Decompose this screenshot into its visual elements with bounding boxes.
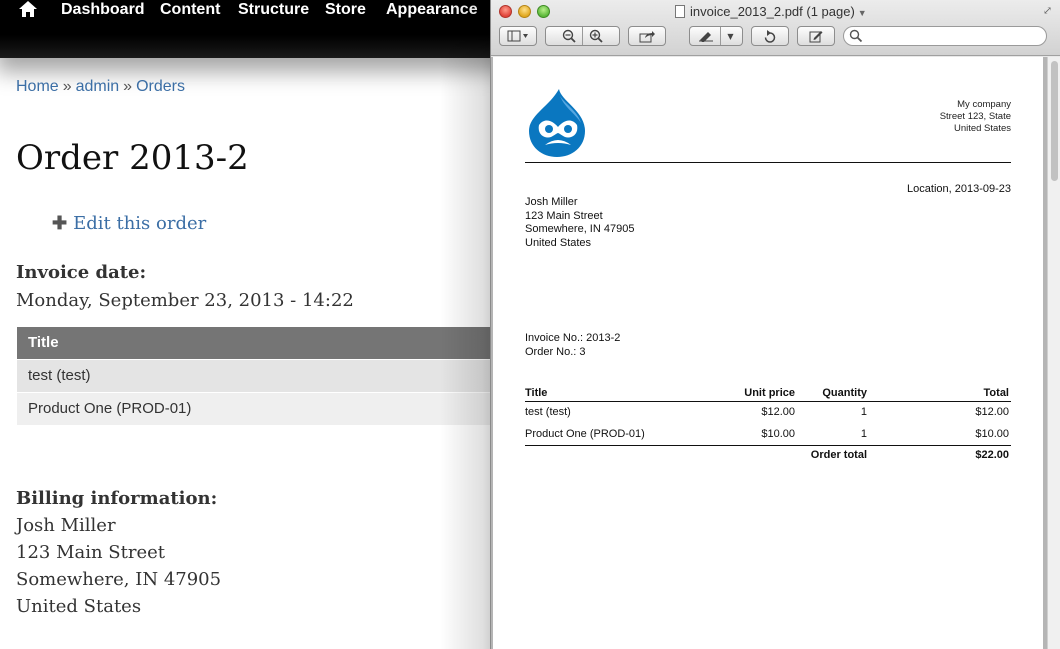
vertical-scrollbar[interactable] [1047,57,1060,649]
customer-name: Josh Miller [525,196,578,208]
customer-street: 123 Main Street [525,209,603,222]
breadcrumb-admin[interactable]: admin [76,78,120,95]
preview-window: invoice_2013_2.pdf (1 page) ▼ ⤢ ▼ My com… [490,0,1060,649]
minimize-window-button[interactable] [518,5,531,18]
column-total: Total [867,387,1011,402]
invoice-date-value: Monday, September 23, 2013 - 14:22 [16,290,354,311]
order-number: Order No.: 3 [525,346,586,358]
scrollbar-thumb[interactable] [1051,61,1058,181]
breadcrumb-orders[interactable]: Orders [136,78,185,95]
order-total-value: $22.00 [867,444,1011,465]
line-total: $10.00 [975,427,1009,440]
edit-button[interactable] [797,26,835,46]
header-divider [525,162,1011,163]
billing-street: 123 Main Street [16,542,166,563]
edit-order-link[interactable]: ✚ Edit this order [52,213,206,234]
edit-order-label: Edit this order [73,213,207,234]
table-row: test (test) $12.00 1 $12.00 [525,401,1011,423]
share-icon [639,30,655,42]
pdf-document-icon [675,5,685,18]
order-items-table: Title test (test) Product One (PROD-01) [17,327,497,425]
annotate-button[interactable]: ▼ [689,26,743,46]
line-quantity: 1 [860,427,867,440]
toolbar-item-structure[interactable]: Structure [238,0,309,20]
column-unit-price: Unit price [701,387,795,402]
line-unit-price: $12.00 [761,406,795,419]
zoom-out-icon[interactable] [562,29,576,43]
breadcrumb-separator: » [62,78,72,95]
invoice-meta: Invoice No.: 2013-2 Order No.: 3 [525,331,620,359]
search-input[interactable] [843,26,1047,46]
window-title[interactable]: invoice_2013_2.pdf (1 page) ▼ [675,3,867,21]
customer-address: Josh Miller 123 Main Street Somewhere, I… [525,196,634,250]
billing-country: United States [16,596,142,617]
title-dropdown-icon: ▼ [857,8,867,18]
window-titlebar: invoice_2013_2.pdf (1 page) ▼ ⤢ ▼ [491,0,1060,56]
customer-city: Somewhere, IN 47905 [525,223,635,235]
column-title: Title [525,387,701,402]
toolbar-item-store[interactable]: Store [325,0,366,20]
share-button[interactable] [628,26,666,46]
location-date: Location, 2013-09-23 [907,183,1011,195]
invoice-date-label: Invoice date: [16,262,147,283]
zoom-window-button[interactable] [537,5,550,18]
breadcrumb-home[interactable]: Home [16,78,59,95]
table-row: Product One (PROD-01) $10.00 1 $10.00 [525,423,1011,445]
rotate-button[interactable] [751,26,789,46]
invoice-number: Invoice No.: 2013-2 [525,332,621,344]
close-window-button[interactable] [499,5,512,18]
table-row: test (test) [17,358,497,392]
company-name: My company [957,99,1011,110]
plus-icon: ✚ [52,213,68,233]
column-quantity: Quantity [795,387,867,402]
window-title-text: invoice_2013_2.pdf (1 page) [690,4,855,19]
pen-icon [699,32,714,42]
line-title: Product One (PROD-01) [525,427,645,440]
company-country: United States [953,123,1011,134]
breadcrumb: Home» admin» Orders [16,78,185,96]
edit-icon [809,30,823,42]
zoom-in-icon[interactable] [589,29,603,43]
search-icon [849,29,863,43]
pdf-viewport: My company Street 123, State United Stat… [491,57,1047,649]
annotate-dropdown-icon[interactable]: ▼ [727,32,733,41]
sidebar-icon [507,30,528,42]
billing-label: Billing information: [16,488,218,509]
customer-country: United States [525,236,592,249]
page-title: Order 2013-2 [16,138,249,178]
rotate-icon [764,29,776,43]
sidebar-view-button[interactable] [499,26,537,46]
line-total: $12.00 [975,406,1009,419]
billing-city: Somewhere, IN 47905 [16,569,222,590]
table-row: Product One (PROD-01) [17,391,497,425]
company-address: My company Street 123, State United Stat… [940,99,1011,135]
line-title: test (test) [525,406,571,419]
toolbar-item-content[interactable]: Content [160,0,220,20]
toolbar-item-dashboard[interactable]: Dashboard [61,0,145,20]
zoom-buttons [545,26,620,46]
drupal-logo [529,89,585,157]
invoice-table: Title Unit price Quantity Total test (te… [525,387,1011,465]
order-total-label: Order total [795,444,867,465]
line-unit-price: $10.00 [761,427,795,440]
company-street: Street 123, State [939,111,1011,122]
billing-name: Josh Miller [16,515,116,536]
order-total-row: Order total $22.00 [525,444,1011,465]
table-header-title: Title [17,327,497,359]
breadcrumb-separator: » [123,78,133,95]
line-quantity: 1 [860,406,867,419]
pdf-page: My company Street 123, State United Stat… [493,57,1043,649]
home-icon[interactable] [19,1,37,17]
fullscreen-icon[interactable]: ⤢ [1043,5,1055,17]
